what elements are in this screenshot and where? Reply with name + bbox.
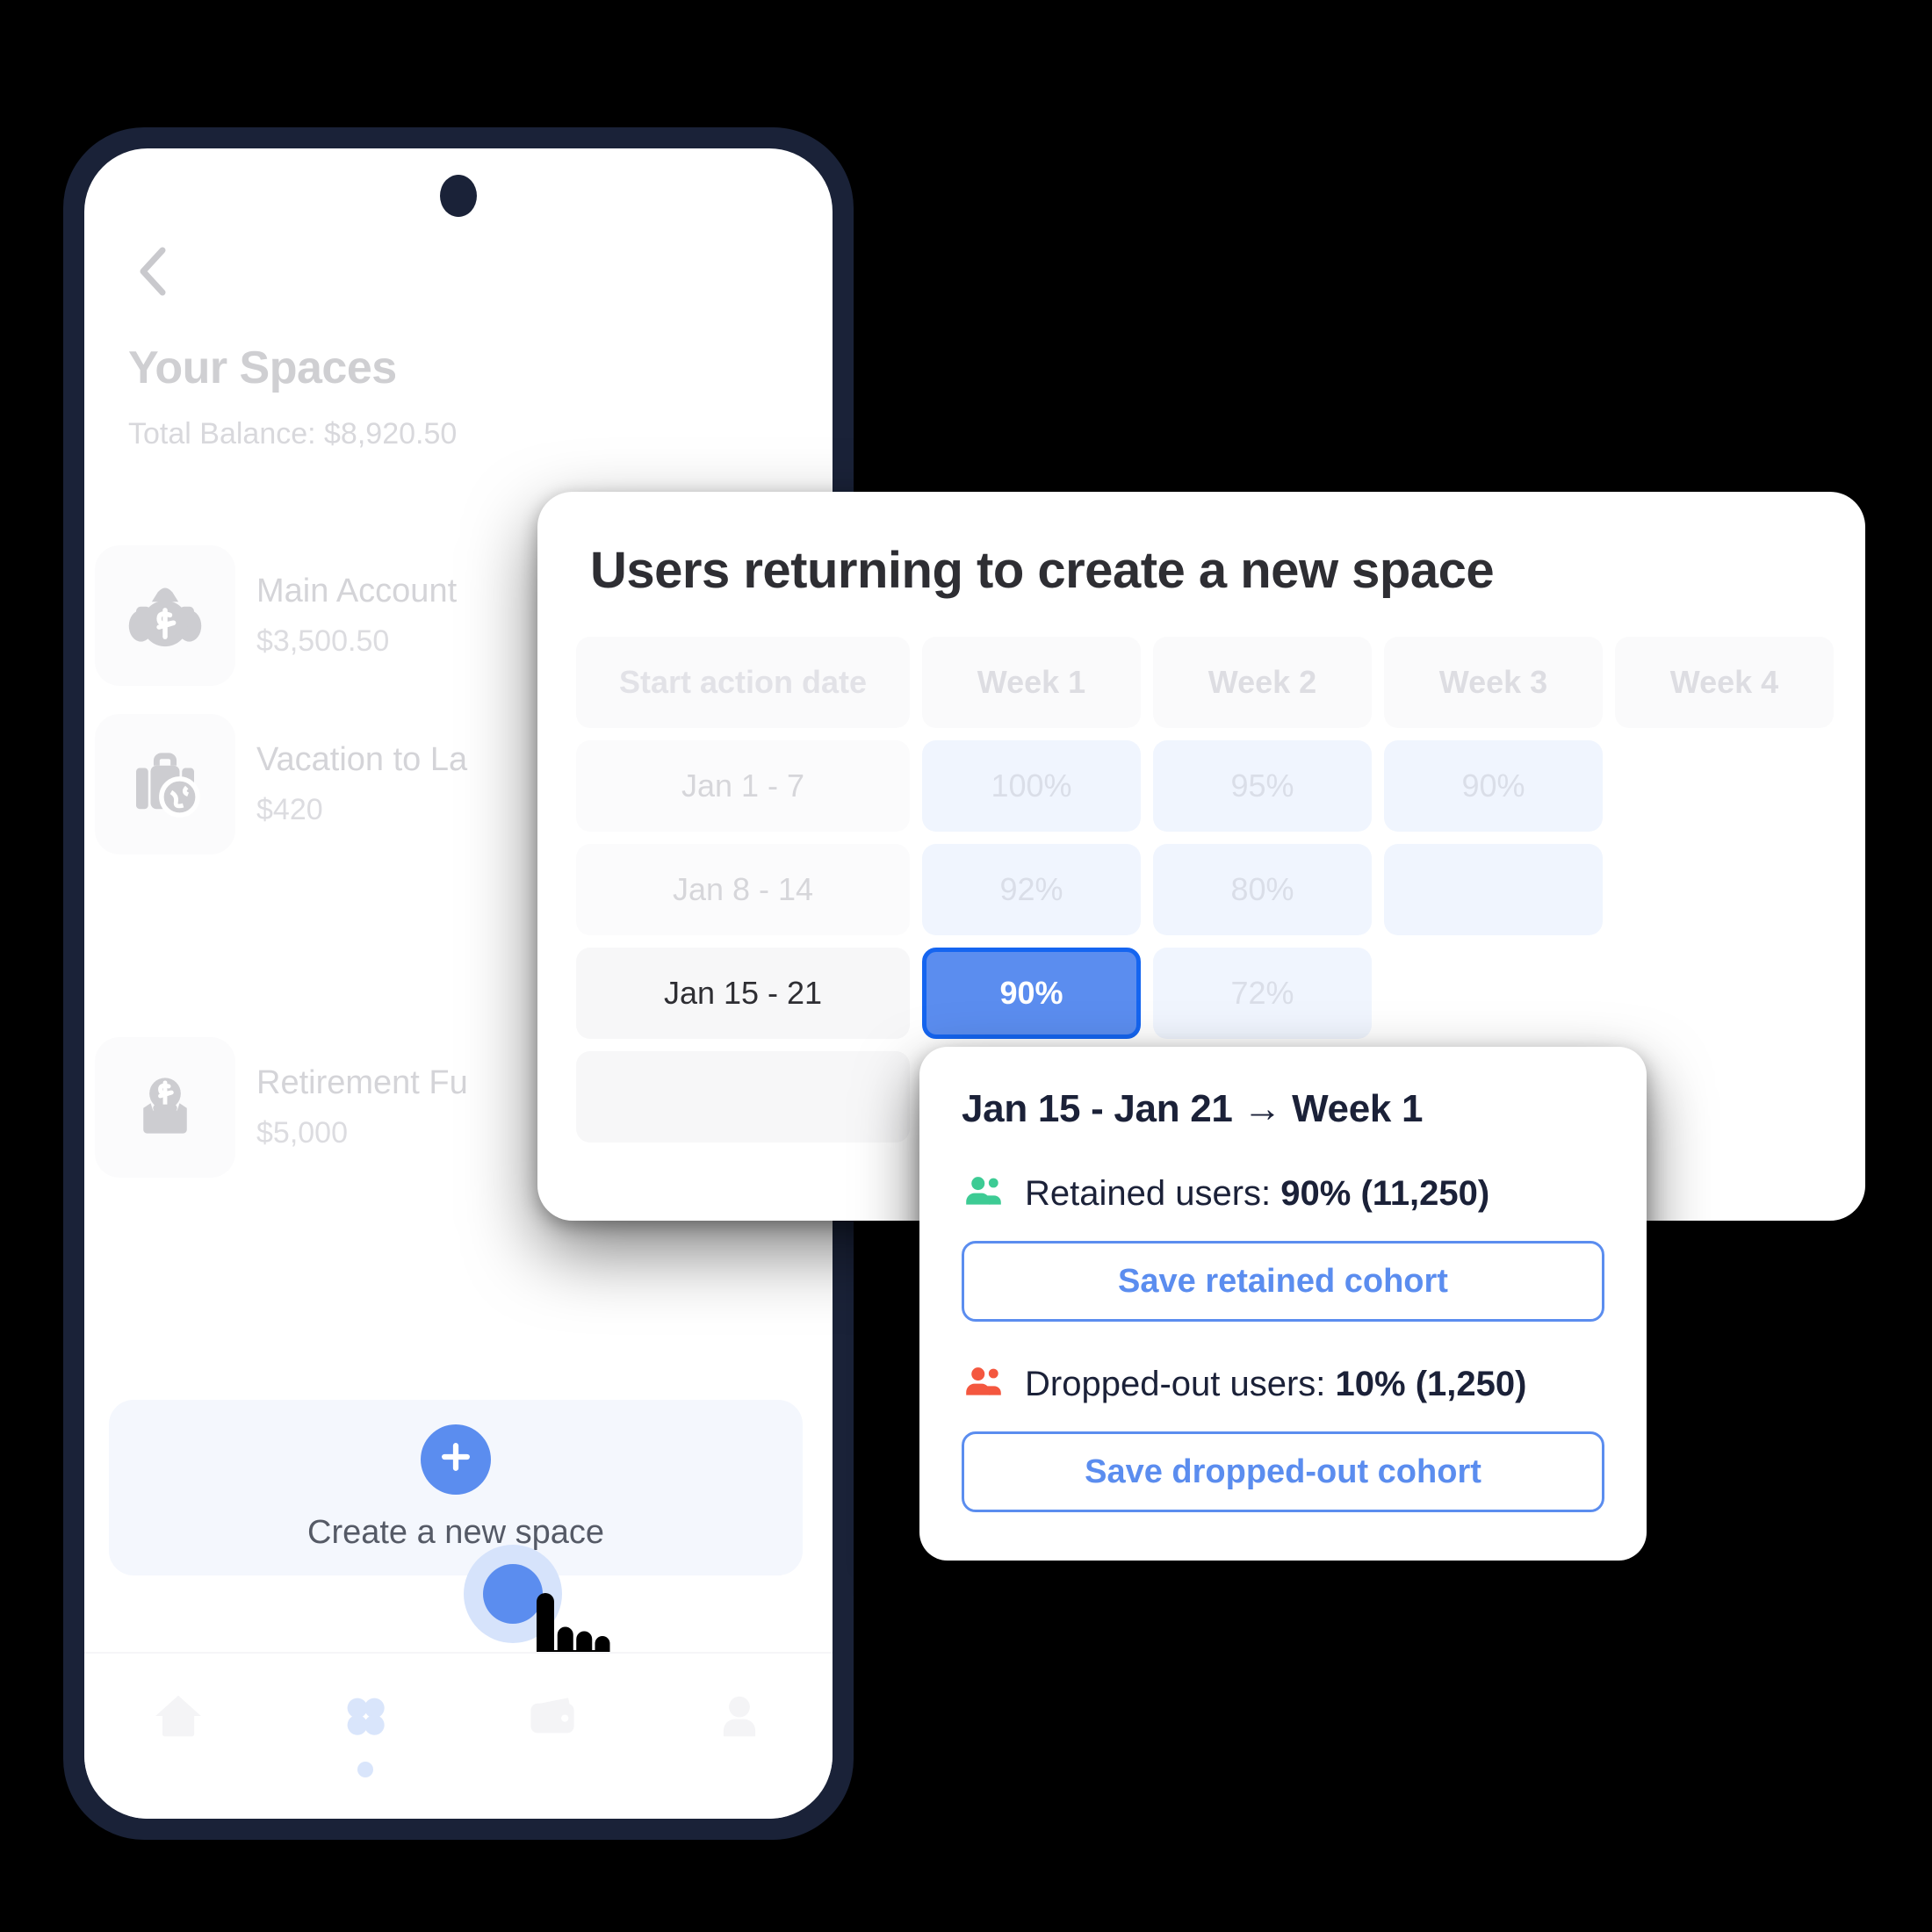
save-dropped-out-cohort-button[interactable]: Save dropped-out cohort bbox=[962, 1431, 1604, 1512]
plus-icon-circle bbox=[421, 1424, 491, 1495]
phone-camera-dot bbox=[440, 175, 477, 217]
money-bag-icon bbox=[126, 575, 204, 657]
grid-dots-icon bbox=[338, 1689, 393, 1748]
space-amount: $3,500.50 bbox=[256, 624, 390, 658]
space-text-block: Retirement Fu $5,000 bbox=[256, 1064, 468, 1150]
dropped-out-users-row: Dropped-out users: 10% (1,250) bbox=[962, 1360, 1604, 1409]
cohort-cell-empty bbox=[1384, 948, 1603, 1039]
retained-users-label: Retained users: bbox=[1025, 1174, 1281, 1213]
space-icon-container bbox=[95, 1037, 235, 1178]
cohort-cell-selected[interactable]: 90% bbox=[922, 948, 1141, 1039]
people-green-icon bbox=[962, 1170, 1006, 1218]
home-icon bbox=[151, 1689, 205, 1748]
nav-item-spaces[interactable] bbox=[271, 1689, 458, 1777]
row-label: Jan 1 - 7 bbox=[576, 740, 910, 832]
cohort-card-title: Users returning to create a new space bbox=[590, 542, 1495, 599]
cohort-cell[interactable]: 95% bbox=[1153, 740, 1372, 832]
cohort-cell-empty bbox=[1615, 1051, 1834, 1143]
dropped-out-users-label: Dropped-out users: bbox=[1025, 1365, 1336, 1403]
space-icon-container bbox=[95, 545, 235, 686]
cohort-cell-empty bbox=[1615, 948, 1834, 1039]
row-label-blank bbox=[576, 1051, 910, 1143]
coin-deposit-icon bbox=[126, 1067, 204, 1149]
dropped-out-users-text: Dropped-out users: 10% (1,250) bbox=[1025, 1365, 1526, 1404]
row-label-selected: Jan 15 - 21 bbox=[576, 948, 910, 1039]
column-header-week-1: Week 1 bbox=[922, 637, 1141, 728]
dropped-out-users-value: 10% (1,250) bbox=[1335, 1365, 1527, 1403]
popover-heading: Jan 15 - Jan 21 → Week 1 bbox=[962, 1087, 1424, 1130]
bottom-navigation-bar bbox=[84, 1652, 833, 1819]
create-new-space-label: Create a new space bbox=[307, 1513, 604, 1551]
column-header-week-3: Week 3 bbox=[1384, 637, 1603, 728]
people-red-icon bbox=[962, 1360, 1006, 1409]
chevron-left-icon bbox=[134, 245, 171, 298]
back-button[interactable] bbox=[126, 245, 179, 298]
person-icon bbox=[712, 1689, 767, 1748]
space-name: Main Account bbox=[256, 573, 458, 609]
total-balance-label: Total Balance: $8,920.50 bbox=[128, 417, 458, 451]
cohort-detail-popover: Jan 15 - Jan 21 → Week 1 Retained users:… bbox=[919, 1047, 1647, 1561]
column-header-start-date: Start action date bbox=[576, 637, 910, 728]
nav-item-home[interactable] bbox=[84, 1689, 271, 1748]
space-text-block: Main Account $3,500.50 bbox=[256, 573, 457, 659]
space-icon-container bbox=[95, 714, 235, 854]
cohort-cell-empty bbox=[1615, 740, 1834, 832]
column-header-week-2: Week 2 bbox=[1153, 637, 1372, 728]
cohort-cell[interactable]: 100% bbox=[922, 740, 1141, 832]
plus-icon bbox=[436, 1438, 475, 1481]
space-text-block: Vacation to La $420 bbox=[256, 741, 467, 827]
cohort-cell-empty bbox=[1615, 844, 1834, 935]
space-name: Vacation to La bbox=[256, 741, 468, 778]
create-new-space-button[interactable]: Create a new space bbox=[109, 1400, 803, 1575]
space-amount: $420 bbox=[256, 793, 323, 826]
retained-users-row: Retained users: 90% (11,250) bbox=[962, 1170, 1604, 1218]
nav-active-indicator bbox=[357, 1762, 373, 1777]
cohort-cell[interactable]: 90% bbox=[1384, 740, 1603, 832]
cohort-cell[interactable]: 80% bbox=[1153, 844, 1372, 935]
cohort-cell-empty bbox=[1384, 844, 1603, 935]
travel-suitcase-icon bbox=[126, 744, 204, 825]
retained-users-text: Retained users: 90% (11,250) bbox=[1025, 1174, 1489, 1214]
nav-item-wallet[interactable] bbox=[458, 1689, 645, 1748]
cohort-cell[interactable]: 92% bbox=[922, 844, 1141, 935]
space-name: Retirement Fu bbox=[256, 1064, 468, 1101]
save-retained-cohort-button[interactable]: Save retained cohort bbox=[962, 1241, 1604, 1322]
space-amount: $5,000 bbox=[256, 1116, 348, 1150]
row-label: Jan 8 - 14 bbox=[576, 844, 910, 935]
retained-users-value: 90% (11,250) bbox=[1280, 1174, 1490, 1213]
wallet-icon bbox=[525, 1689, 580, 1748]
column-header-week-4: Week 4 bbox=[1615, 637, 1834, 728]
page-title: Your Spaces bbox=[128, 342, 397, 393]
cohort-cell[interactable]: 72% bbox=[1153, 948, 1372, 1039]
nav-item-profile[interactable] bbox=[645, 1689, 833, 1748]
